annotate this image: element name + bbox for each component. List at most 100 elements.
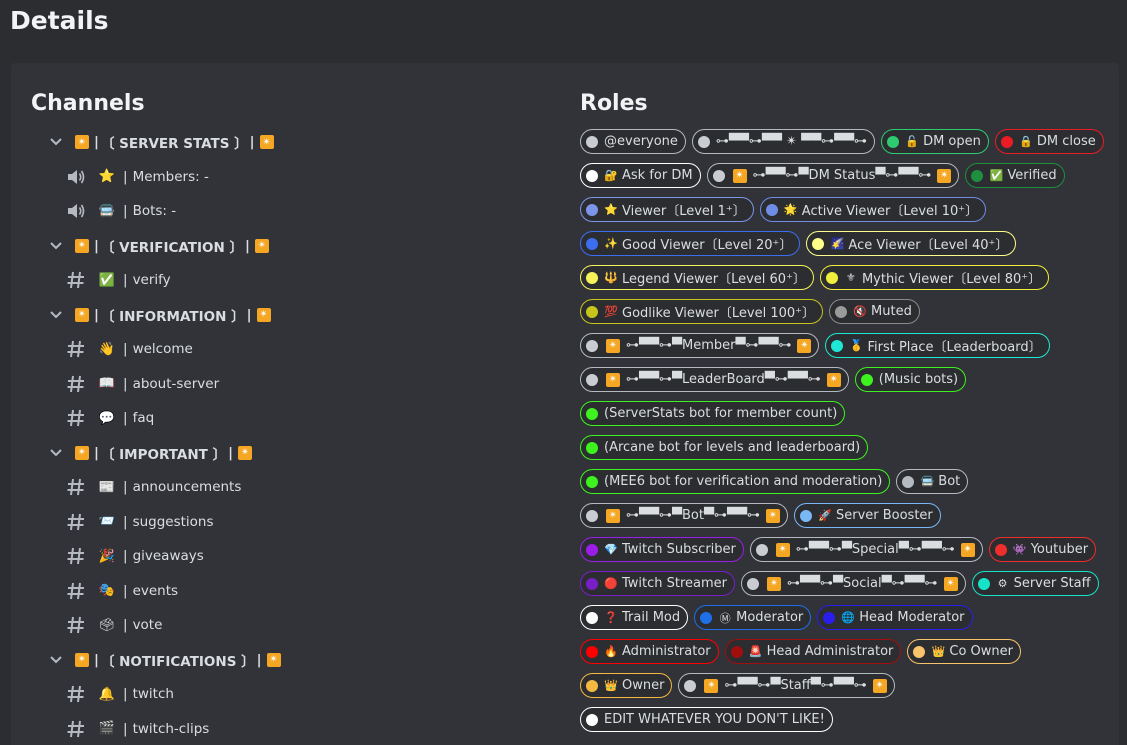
role-pill[interactable]: 👑 Co Owner <box>907 639 1021 664</box>
hash-icon <box>65 338 87 360</box>
role-pill[interactable]: 🔇 Muted <box>829 299 920 324</box>
chevron-down-icon[interactable] <box>45 449 67 457</box>
role-pill[interactable]: 💯 Godlike Viewer〔Level 100⁺〕 <box>580 299 824 324</box>
role-pill[interactable]: ✴ ⊶▀▀⊶▀Member▀⊶▀▀⊶ ✴ <box>580 333 820 358</box>
role-label: ⊶▀▀⊶▀DM Status▀⊶▀▀⊶ <box>752 168 932 183</box>
text-channel[interactable]: 🗳 | vote <box>31 608 551 643</box>
chevron-down-icon[interactable] <box>45 242 67 250</box>
role-color-dot <box>586 237 598 250</box>
chevron-down-icon[interactable] <box>45 311 67 319</box>
role-pill[interactable]: ⊶▀▀⊶▀▀ ✴ ▀▀⊶▀▀⊶ <box>691 129 876 154</box>
role-pill[interactable]: (Arcane bot for levels and leaderboard) <box>580 435 869 460</box>
text-channel[interactable]: 📖 | about-server <box>31 367 551 402</box>
role-pill[interactable]: (MEE6 bot for verification and moderatio… <box>580 469 891 494</box>
text-channel[interactable]: 📰 | announcements <box>31 470 551 505</box>
role-label: Viewer〔Level 1⁺〕 <box>622 204 746 219</box>
role-pill[interactable]: 🔒 DM close <box>994 129 1104 154</box>
role-pill[interactable]: 🥇 First Place〔Leaderboard〕 <box>825 333 1050 358</box>
text-channel[interactable]: 🔔 | twitch <box>31 677 551 712</box>
separator: | <box>249 134 255 151</box>
role-pill[interactable]: ✅ Verified <box>965 163 1065 188</box>
role-pill[interactable]: (ServerStats bot for member count) <box>580 401 846 426</box>
hash-icon <box>65 511 87 533</box>
role-pill[interactable]: 👑 Owner <box>580 673 673 698</box>
role-color-dot <box>586 543 598 556</box>
star-badge-icon: ✴ <box>238 445 253 460</box>
role-pill[interactable]: ✨ Good Viewer〔Level 20⁺〕 <box>580 231 801 256</box>
role-pill[interactable]: 🔥 Administrator <box>580 639 719 664</box>
category-row[interactable]: ✴ | 〔 IMPORTANT 〕 | ✴ <box>31 436 551 471</box>
role-emoji-icon: ✴ <box>606 338 620 353</box>
category-row[interactable]: ✴ | 〔 SERVER STATS 〕 | ✴ <box>31 125 551 160</box>
role-label: (Arcane bot for levels and leaderboard) <box>604 440 861 455</box>
role-pill[interactable]: 🚨 Head Administrator <box>724 639 902 664</box>
role-pill[interactable]: 🔓 DM open <box>881 129 989 154</box>
role-pill[interactable]: ✴ ⊶▀▀⊶▀LeaderBoard▀⊶▀▀⊶ ✴ <box>580 367 849 392</box>
role-pill[interactable]: 🔴 Twitch Streamer <box>580 571 736 596</box>
role-pill[interactable]: 🌟 Active Viewer〔Level 10⁺〕 <box>759 197 987 222</box>
role-pill[interactable]: @everyone <box>580 129 686 154</box>
text-channel[interactable]: 🎭 | events <box>31 574 551 609</box>
role-pill[interactable]: 🚀 Server Booster <box>793 503 941 528</box>
channel-emoji-icon: 🎬 <box>98 721 116 737</box>
role-pill[interactable]: 🔱 Legend Viewer〔Level 60⁺〕 <box>580 265 814 290</box>
role-pill[interactable]: ⚙ Server Staff <box>971 571 1099 596</box>
role-label: ⊶▀▀⊶▀▀ ✴ ▀▀⊶▀▀⊶ <box>715 134 868 149</box>
role-pill[interactable]: 🌐 Head Moderator <box>817 605 973 630</box>
role-pill[interactable]: ✴ ⊶▀▀⊶▀DM Status▀⊶▀▀⊶ ✴ <box>706 163 960 188</box>
role-pill[interactable]: Ⓜ Moderator <box>694 605 812 630</box>
role-pill[interactable]: 🔐 Ask for DM <box>580 163 701 188</box>
role-emoji-icon: 🔒 <box>1019 135 1033 148</box>
role-pill[interactable]: ✴ ⊶▀▀⊶▀Special▀⊶▀▀⊶ ✴ <box>749 537 983 562</box>
role-pill[interactable]: ✴ ⊶▀▀⊶▀Staff▀⊶▀▀⊶ ✴ <box>678 673 895 698</box>
role-color-dot <box>586 713 598 726</box>
separator: | <box>123 203 128 220</box>
category-label: 〔 INFORMATION 〕 <box>100 308 245 325</box>
role-color-dot <box>700 611 713 624</box>
role-emoji-icon: 💎 <box>604 543 618 556</box>
separator: | <box>123 272 128 289</box>
role-pill[interactable]: (Music bots) <box>854 367 967 392</box>
text-channel[interactable]: 💬 | faq <box>31 401 551 436</box>
role-label: ⊶▀▀⊶▀Special▀⊶▀▀⊶ <box>795 542 955 557</box>
role-label: ⊶▀▀⊶▀LeaderBoard▀⊶▀▀⊶ <box>626 372 821 387</box>
role-pill[interactable]: ✴ ⊶▀▀⊶▀Social▀⊶▀▀⊶ ✴ <box>741 571 966 596</box>
text-channel[interactable]: 👋 | welcome <box>31 332 551 367</box>
category-row[interactable]: ✴ | 〔 NOTIFICATIONS 〕 | ✴ <box>31 643 551 678</box>
role-emoji-icon: 🌟 <box>783 203 798 216</box>
text-channel[interactable]: ✅ | verify <box>31 263 551 298</box>
text-channel[interactable]: 🎉 | giveaways <box>31 539 551 574</box>
separator: | <box>94 651 99 668</box>
role-pill[interactable]: ⭐ Viewer〔Level 1⁺〕 <box>580 197 754 222</box>
voice-channel[interactable]: 🚍 | Bots: - <box>31 194 551 229</box>
chevron-down-icon[interactable] <box>45 138 67 146</box>
role-color-dot <box>586 339 598 352</box>
separator: | <box>123 686 128 703</box>
role-color-dot <box>902 475 915 488</box>
role-pill[interactable]: EDIT WHATEVER YOU DON'T LIKE! <box>580 707 833 732</box>
role-emoji-icon: ⭐ <box>604 203 618 216</box>
hash-icon <box>65 269 87 291</box>
separator: | <box>228 444 234 461</box>
category-row[interactable]: ✴ | 〔 VERIFICATION 〕 | ✴ <box>31 229 551 264</box>
voice-channel[interactable]: ⭐ | Members: - <box>31 160 551 195</box>
role-label: Active Viewer〔Level 10⁺〕 <box>801 204 979 219</box>
role-pill[interactable]: 💎 Twitch Subscriber <box>580 537 744 562</box>
text-channel[interactable]: 🎬 | twitch-clips <box>31 712 551 745</box>
role-pill[interactable]: ✴ ⊶▀▀⊶▀Bot▀⊶▀▀⊶ ✴ <box>580 503 788 528</box>
role-pill[interactable]: ⚜ Mythic Viewer〔Level 80⁺〕 <box>819 265 1050 290</box>
hash-icon <box>65 718 87 740</box>
role-pill[interactable]: ❓ Trail Mod <box>580 605 689 630</box>
role-pill[interactable]: 🌠 Ace Viewer〔Level 40⁺〕 <box>806 231 1017 256</box>
star-badge-icon: ✴ <box>254 238 269 253</box>
chevron-down-icon[interactable] <box>45 656 67 664</box>
text-channel[interactable]: 📨 | suggestions <box>31 505 551 540</box>
separator: | <box>94 134 99 151</box>
separator: | <box>94 237 99 254</box>
hash-icon <box>65 614 87 636</box>
role-pill[interactable]: 🚍 Bot <box>896 469 969 494</box>
role-color-dot <box>887 135 900 148</box>
role-pill[interactable]: 👾 Youtuber <box>988 537 1097 562</box>
category-row[interactable]: ✴ | 〔 INFORMATION 〕 | ✴ <box>31 298 551 333</box>
role-color-dot <box>586 305 598 318</box>
